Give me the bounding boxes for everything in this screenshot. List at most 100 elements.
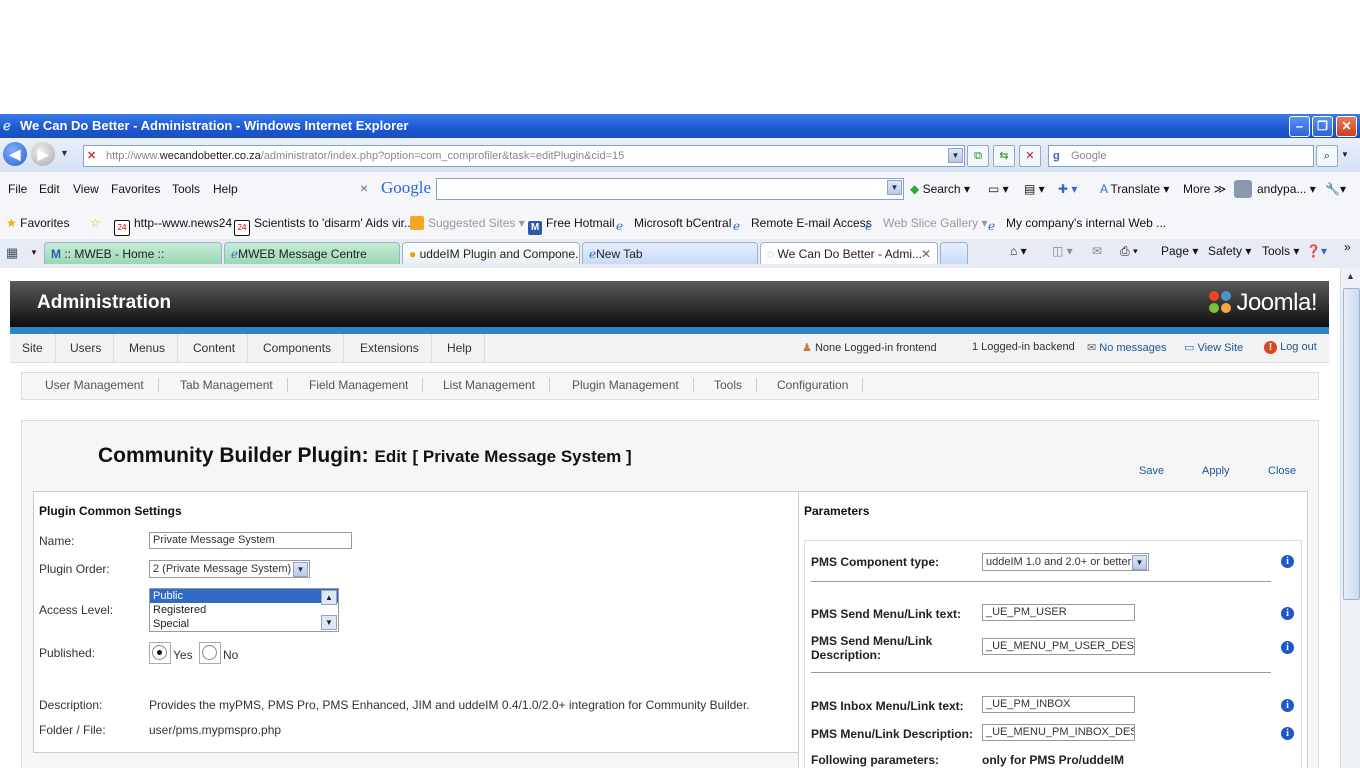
forward-button[interactable]: ▶ [31, 142, 55, 166]
menu-file[interactable]: File [8, 182, 27, 196]
inbox-desc-input[interactable]: _UE_MENU_PM_INBOX_DESC [982, 724, 1135, 741]
published-no-radio[interactable] [202, 645, 217, 660]
close-window-button[interactable]: ✕ [1336, 116, 1357, 137]
favorites-button[interactable]: ★ Favorites [6, 216, 69, 230]
fav-hotmail[interactable]: M Free Hotmail [528, 216, 615, 235]
refresh-icon[interactable]: ⇆ [993, 145, 1015, 167]
close-toolbar-icon[interactable]: × [360, 180, 368, 196]
menu-help[interactable]: Help [213, 182, 238, 196]
stop-icon[interactable]: ✕ [1019, 145, 1041, 167]
scroll-up-icon[interactable]: ▲ [1343, 271, 1358, 286]
menu-view[interactable]: View [73, 182, 99, 196]
bookmarks-icon[interactable]: ▤ ▾ [1024, 182, 1045, 196]
submenu-field-management[interactable]: Field Management [309, 378, 424, 392]
fav-remote-email[interactable]: ℯ Remote E-mail Access [733, 216, 872, 233]
quick-tabs-icon[interactable]: ▦ [6, 245, 18, 261]
address-bar[interactable]: ✕ http://www.wecandobetter.co.za/adminis… [83, 145, 965, 167]
access-option-registered[interactable]: Registered [150, 603, 338, 617]
address-dropdown-icon[interactable]: ▼ [948, 148, 963, 163]
scrollbar-thumb[interactable] [1343, 288, 1360, 600]
submenu-user-management[interactable]: User Management [45, 378, 159, 392]
fav-scientists[interactable]: 24 Scientists to 'disarm' Aids vir... [234, 216, 414, 236]
admin-menu-extensions[interactable]: Extensions [348, 334, 432, 362]
tab-admin-active[interactable]: ◌ We Can Do Better - Admi... ✕ [760, 242, 938, 264]
name-input[interactable]: Private Message System [149, 532, 352, 549]
google-search-button[interactable]: ◆ Search ▾ [910, 182, 970, 196]
plugin-order-dropdown-icon[interactable]: ▼ [293, 562, 308, 577]
listbox-scroll-up-icon[interactable]: ▲ [321, 590, 337, 605]
menu-tools[interactable]: Tools [172, 182, 200, 196]
safety-menu[interactable]: Safety ▾ [1208, 244, 1251, 258]
save-button[interactable]: Save [1139, 465, 1164, 477]
info-icon[interactable]: i [1281, 555, 1294, 568]
plugin-order-select[interactable]: 2 (Private Message System) ▼ [149, 560, 310, 578]
page-menu[interactable]: Page ▾ [1161, 244, 1198, 258]
send-desc-input[interactable]: _UE_MENU_PM_USER_DESC [982, 638, 1135, 655]
info-icon[interactable]: i [1281, 727, 1294, 740]
admin-menu-site[interactable]: Site [10, 334, 56, 362]
apply-button[interactable]: Apply [1202, 465, 1230, 477]
info-icon[interactable]: i [1281, 699, 1294, 712]
compatibility-icon[interactable]: ⧉ [967, 145, 989, 167]
fav-web-slice-gallery[interactable]: ℯ Web Slice Gallery ▾ [865, 216, 988, 233]
tab-mweb-message[interactable]: ℯMWEB Message Centre [224, 242, 400, 264]
new-tab-button[interactable] [940, 242, 968, 264]
search-options-dropdown[interactable]: ▼ [1341, 150, 1349, 159]
logout-link[interactable]: ! Log out [1264, 341, 1317, 354]
home-icon[interactable]: ⌂ ▾ [1010, 244, 1027, 258]
info-icon[interactable]: i [1281, 641, 1294, 654]
admin-menu-components[interactable]: Components [251, 334, 345, 362]
fav-suggested-sites[interactable]: Suggested Sites ▾ [410, 216, 525, 230]
tools-menu[interactable]: Tools ▾ [1262, 244, 1299, 258]
published-yes-radio[interactable] [152, 645, 167, 660]
admin-menu-users[interactable]: Users [58, 334, 115, 362]
submenu-tab-management[interactable]: Tab Management [180, 378, 288, 392]
page-scrollbar[interactable]: ▲ [1340, 268, 1360, 768]
fav-news24[interactable]: 24 http--www.news24 [114, 216, 232, 236]
component-type-dropdown-icon[interactable]: ▼ [1132, 555, 1147, 570]
submenu-configuration[interactable]: Configuration [777, 378, 864, 392]
toolbar-buttons-icon[interactable]: ▭ ▾ [988, 182, 1009, 196]
view-site-link[interactable]: ▭ View Site [1184, 341, 1243, 354]
user-menu[interactable]: andypa... ▾ [1257, 182, 1316, 196]
submenu-tools[interactable]: Tools [714, 378, 758, 392]
google-search-input[interactable]: ▼ [436, 178, 904, 200]
listbox-scroll-down-icon[interactable]: ▼ [321, 615, 337, 630]
back-button[interactable]: ◀ [3, 142, 27, 166]
add-favorite-icon[interactable]: ☆ [90, 216, 101, 230]
restore-button[interactable]: ❐ [1312, 116, 1333, 137]
access-level-listbox[interactable]: Public Registered Special ▲ ▼ [149, 588, 339, 632]
admin-menu-menus[interactable]: Menus [117, 334, 179, 362]
tab-uddeim[interactable]: ● uddeIM Plugin and Compone... [402, 242, 580, 264]
component-type-select[interactable]: uddeIM 1.0 and 2.0+ or better ▼ [982, 553, 1149, 571]
translate-button[interactable]: A Translate ▾ [1100, 182, 1169, 196]
close-tab-icon[interactable]: ✕ [921, 243, 931, 264]
menu-favorites[interactable]: Favorites [111, 182, 160, 196]
send-text-input[interactable]: _UE_PM_USER [982, 604, 1135, 621]
search-go-icon[interactable]: ⌕ [1316, 145, 1338, 167]
submenu-plugin-management[interactable]: Plugin Management [572, 378, 694, 392]
mail-icon[interactable]: ✉ [1092, 244, 1102, 258]
access-option-special[interactable]: Special [150, 617, 338, 631]
print-icon[interactable]: ⎙ ▾ [1120, 244, 1138, 259]
search-input[interactable]: g Google [1048, 145, 1314, 167]
tab-new-tab[interactable]: ℯNew Tab [582, 242, 758, 264]
tab-list-dropdown[interactable]: ▼ [30, 248, 38, 257]
recent-pages-dropdown[interactable]: ▼ [60, 148, 69, 158]
plus-icon[interactable]: ✚ ▾ [1058, 182, 1077, 196]
messages-link[interactable]: ✉ No messages [1087, 341, 1167, 354]
admin-menu-content[interactable]: Content [181, 334, 249, 362]
menu-edit[interactable]: Edit [39, 182, 60, 196]
tab-mweb-home[interactable]: M :: MWEB - Home :: [44, 242, 222, 264]
help-icon[interactable]: ❓▾ [1306, 244, 1327, 258]
close-button[interactable]: Close [1268, 465, 1296, 477]
overflow-chevron-icon[interactable]: » [1344, 240, 1351, 254]
fav-company-web[interactable]: ℯ My company's internal Web ... [988, 216, 1166, 233]
submenu-list-management[interactable]: List Management [443, 378, 551, 392]
minimize-button[interactable]: ‒ [1289, 116, 1310, 137]
inbox-text-input[interactable]: _UE_PM_INBOX [982, 696, 1135, 713]
admin-menu-help[interactable]: Help [435, 334, 485, 362]
fav-bcentral[interactable]: ℯ Microsoft bCentral [616, 216, 731, 233]
access-option-public[interactable]: Public [150, 589, 338, 603]
google-input-dropdown-icon[interactable]: ▼ [887, 180, 902, 195]
